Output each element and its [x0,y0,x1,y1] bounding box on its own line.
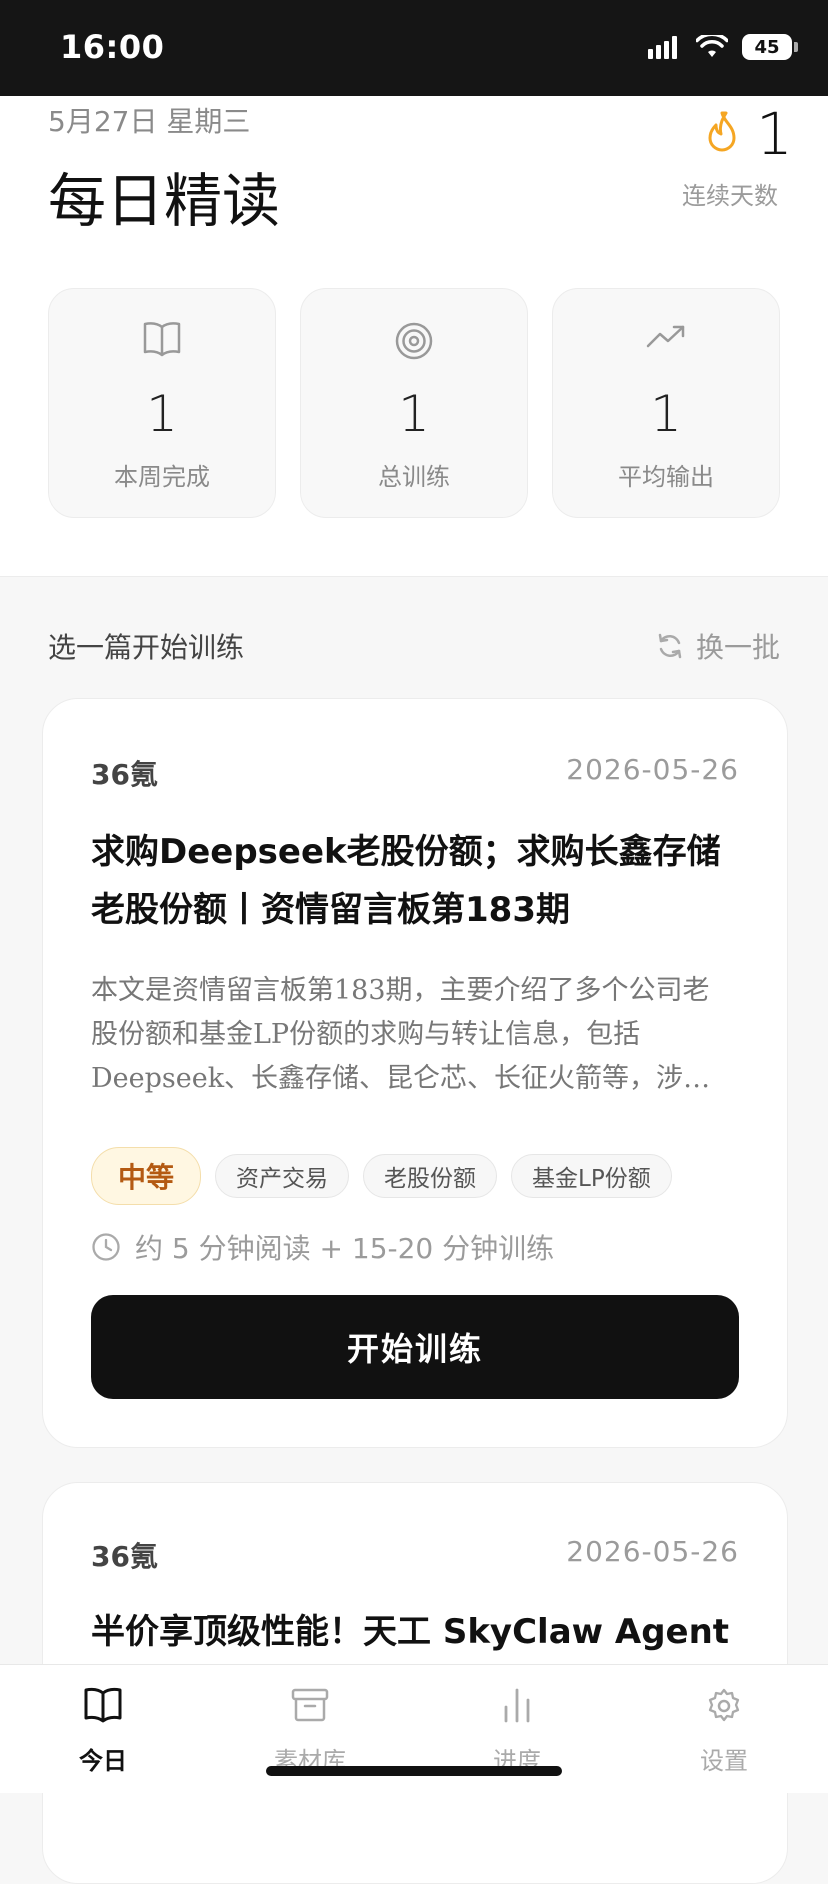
stat-card-average: 1 平均输出 [552,288,780,518]
archive-icon [291,1688,329,1722]
tab-label: 设置 [700,1747,748,1775]
refresh-label: 换一批 [695,631,780,664]
gear-icon [708,1688,740,1722]
article-tags: 中等 资产交易 老股份额 基金LP份额 [91,1147,672,1205]
status-bar: 16:00 45 [0,0,828,96]
streak-count: 1 [756,100,793,168]
article-summary: 本文是资情留言板第183期，主要介绍了多个公司老股份额和基金LP份额的求购与转让… [91,975,711,1094]
duration-label: 约 5 分钟阅读 + 15-20 分钟训练 [135,1232,555,1265]
tab-library[interactable]: 素材库 [250,1687,370,1776]
start-training-button[interactable]: 开始训练 [91,1295,739,1399]
tab-settings[interactable]: 设置 [664,1687,784,1776]
refresh-button[interactable]: 换一批 [656,626,780,666]
stat-value: 1 [398,385,430,443]
flame-icon [708,111,736,152]
article-source: 36氪 [91,758,158,791]
article-title: 求购Deepseek老股份额；求购长鑫存储老股份额丨资情留言板第183期 [91,832,721,930]
difficulty-badge: 中等 [91,1147,202,1205]
header-section: 5月27日 星期三 每日精读 1 连续天数 1 本周完成 1 总训练 1 平均输… [0,96,828,577]
tab-today[interactable]: 今日 [43,1687,163,1776]
stat-label: 本周完成 [114,463,210,491]
stat-card-weekly: 1 本周完成 [48,288,276,518]
stat-label: 平均输出 [618,463,714,491]
stat-card-total: 1 总训练 [300,288,528,518]
article-source: 36氪 [91,1540,158,1573]
stat-value: 1 [650,385,682,443]
tab-label: 今日 [79,1747,127,1775]
clock-icon [92,1233,120,1261]
date-label: 5月27日 星期三 [48,105,251,138]
refresh-icon [658,633,682,659]
article-date: 2026-05-26 [566,1535,739,1568]
book-icon [143,322,181,357]
home-indicator[interactable] [266,1766,562,1776]
section-title: 选一篇开始训练 [48,631,245,664]
signal-icon [648,36,677,59]
article-card[interactable]: 36氪 2026-05-26 求购Deepseek老股份额；求购长鑫存储老股份额… [42,698,788,1448]
stat-label: 总训练 [378,463,450,491]
wifi-icon [696,35,728,57]
tag: 老股份额 [363,1154,498,1198]
article-duration: 约 5 分钟阅读 + 15-20 分钟训练 [91,1227,554,1267]
tab-progress[interactable]: 进度 [457,1687,577,1776]
target-icon [395,322,433,360]
bar-chart-icon [504,1688,530,1723]
book-icon [84,1687,122,1723]
article-title: 半价享顶级性能！天工 SkyClaw Agent [91,1612,730,1652]
trend-up-icon [646,325,685,348]
status-icons: 45 [648,34,798,60]
status-time: 16:00 [60,28,165,66]
tag: 资产交易 [215,1154,350,1198]
tag: 基金LP份额 [511,1154,672,1198]
article-date: 2026-05-26 [566,753,739,786]
battery-indicator: 45 [742,34,798,60]
page-title: 每日精读 [48,167,281,235]
stat-value: 1 [146,385,178,443]
streak-label: 连续天数 [682,182,778,210]
